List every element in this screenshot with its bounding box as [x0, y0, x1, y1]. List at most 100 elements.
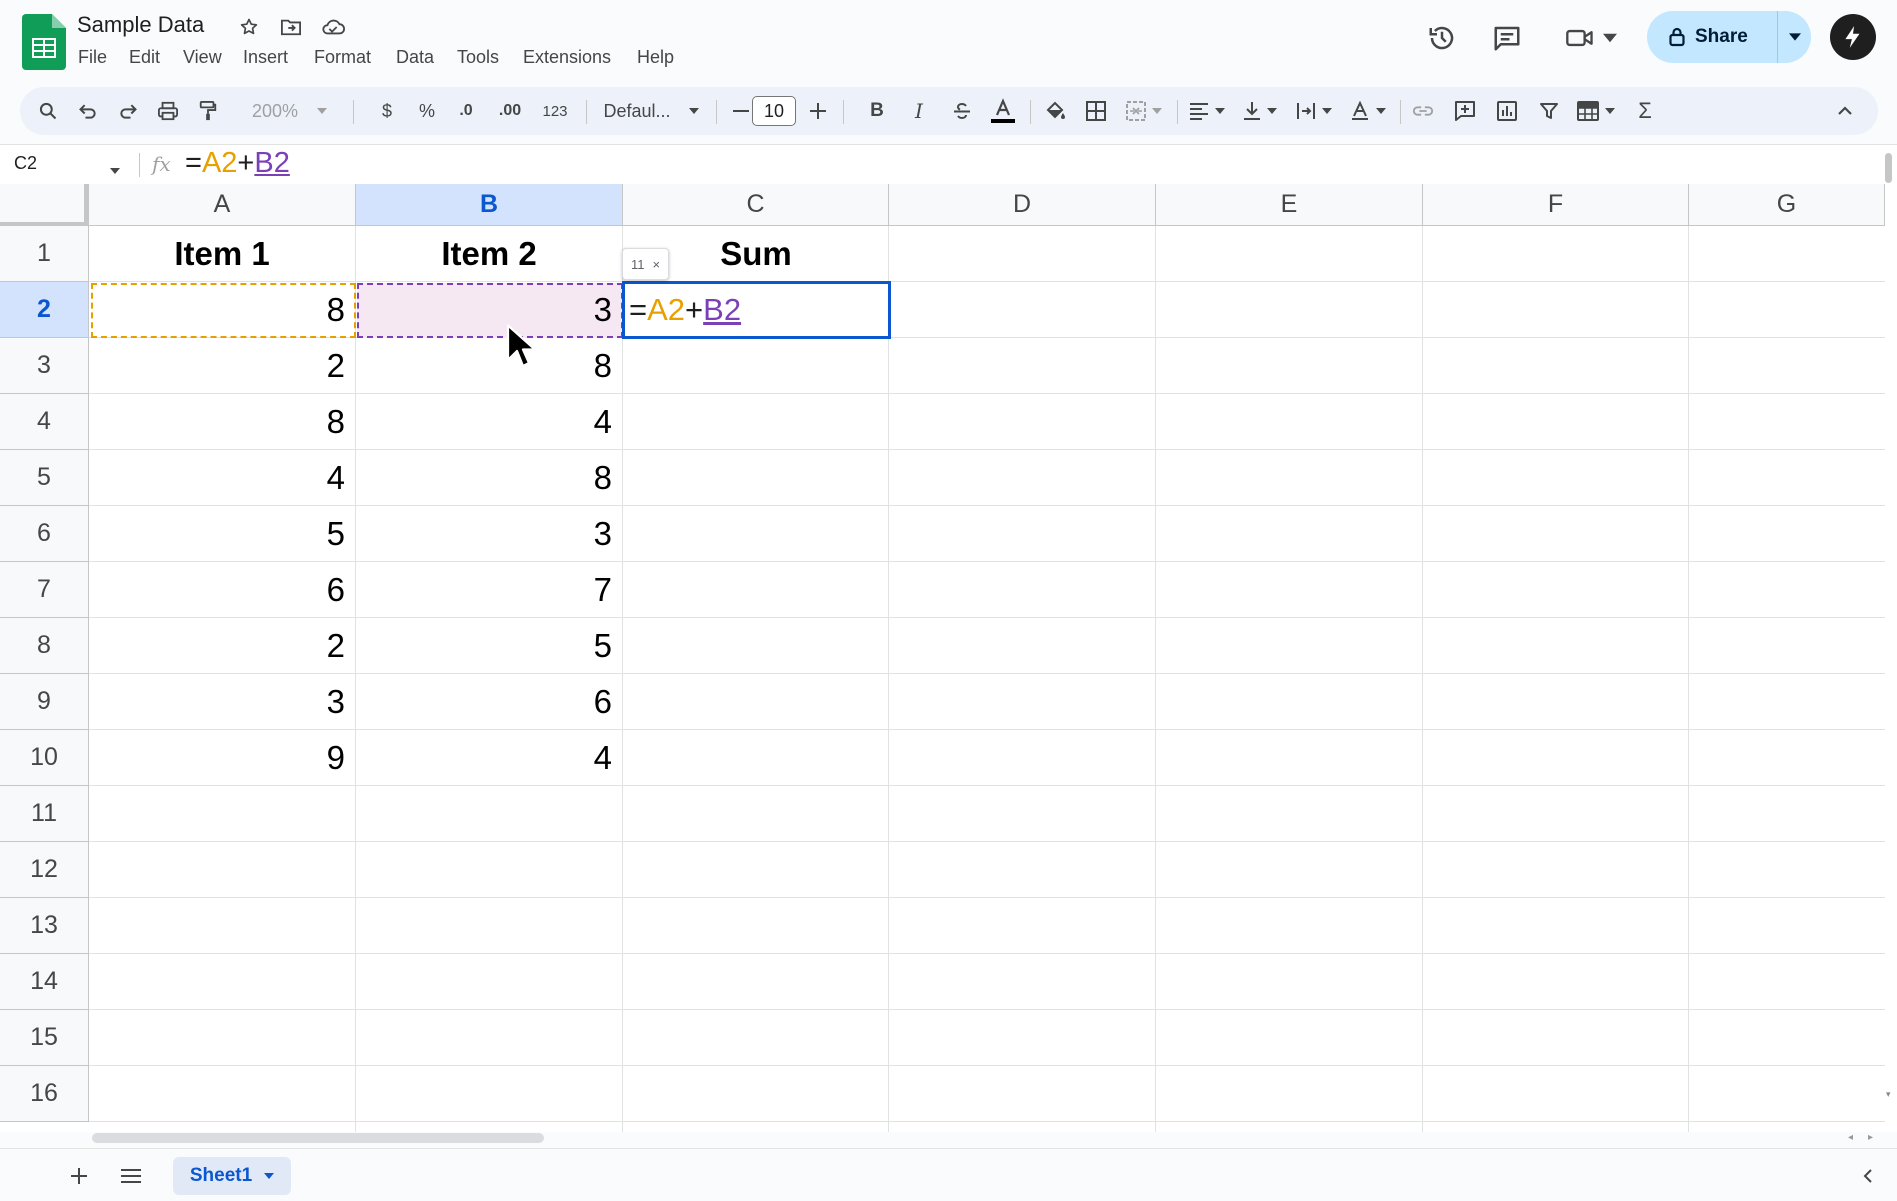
column-header-d[interactable]: D	[889, 184, 1156, 226]
row-header-8[interactable]: 8	[0, 618, 89, 674]
share-main-button[interactable]: Share	[1647, 11, 1777, 63]
row-header-10[interactable]: 10	[0, 730, 89, 786]
cell-a9[interactable]: 3	[89, 674, 355, 730]
text-rotation-icon[interactable]	[1344, 87, 1392, 135]
select-all-corner[interactable]	[0, 184, 89, 226]
text-color-icon[interactable]	[986, 87, 1020, 135]
column-header-c[interactable]: C	[623, 184, 889, 226]
row-header-6[interactable]: 6	[0, 506, 89, 562]
menu-format[interactable]: Format	[314, 47, 371, 68]
menu-data[interactable]: Data	[396, 47, 434, 68]
share-dropdown-button[interactable]	[1778, 11, 1811, 63]
formula-input[interactable]: =A2+B2	[185, 147, 290, 180]
insert-link-icon[interactable]	[1406, 87, 1440, 135]
increase-decimal-button[interactable]: .00	[490, 87, 530, 135]
cell-a7[interactable]: 6	[89, 562, 355, 618]
cell-a10[interactable]: 9	[89, 730, 355, 786]
menu-extensions[interactable]: Extensions	[523, 47, 611, 68]
currency-format-button[interactable]: $	[372, 87, 402, 135]
row-header-9[interactable]: 9	[0, 674, 89, 730]
sheet-tab-sheet1[interactable]: Sheet1	[173, 1157, 291, 1195]
font-size-input[interactable]: 10	[752, 96, 796, 126]
cell-a1[interactable]: Item 1	[89, 226, 355, 282]
name-box[interactable]: C2	[14, 153, 37, 174]
strikethrough-icon[interactable]	[946, 87, 978, 135]
vertical-scrollbar-thumb[interactable]	[1885, 153, 1892, 183]
row-header-1[interactable]: 1	[0, 226, 89, 282]
redo-icon[interactable]	[112, 87, 144, 135]
functions-button[interactable]: Σ	[1630, 87, 1660, 135]
row-header-2[interactable]: 2	[0, 282, 89, 338]
menu-file[interactable]: File	[78, 47, 107, 68]
row-header-15[interactable]: 15	[0, 1010, 89, 1066]
collapse-menus-icon[interactable]	[1830, 87, 1860, 135]
account-avatar[interactable]	[1830, 14, 1876, 60]
cloud-status-icon[interactable]	[320, 14, 346, 40]
version-history-icon[interactable]	[1422, 18, 1462, 58]
active-cell-c2-editor[interactable]: = A2 + B2	[622, 281, 891, 339]
scroll-left-arrow-icon[interactable]: ◂	[1848, 1132, 1853, 1143]
menu-tools[interactable]: Tools	[457, 47, 499, 68]
sheets-logo-icon[interactable]	[22, 14, 66, 70]
column-header-e[interactable]: E	[1156, 184, 1423, 226]
comments-icon[interactable]	[1487, 18, 1527, 58]
preview-close-icon[interactable]: ×	[653, 257, 661, 272]
decrease-decimal-button[interactable]: .0	[448, 87, 484, 135]
zoom-caret-icon[interactable]	[312, 87, 332, 135]
insert-chart-icon[interactable]	[1490, 87, 1524, 135]
menu-edit[interactable]: Edit	[129, 47, 160, 68]
row-header-13[interactable]: 13	[0, 898, 89, 954]
print-icon[interactable]	[152, 87, 184, 135]
increase-font-size-icon[interactable]	[803, 87, 833, 135]
vertical-align-icon[interactable]	[1236, 87, 1284, 135]
bold-button[interactable]: B	[862, 87, 892, 135]
zoom-select[interactable]: 200%	[250, 87, 300, 135]
cell-b3[interactable]: 8	[356, 338, 622, 394]
row-header-11[interactable]: 11	[0, 786, 89, 842]
name-box-caret-icon[interactable]	[110, 161, 120, 179]
table-view-icon[interactable]	[1570, 87, 1622, 135]
cell-b2[interactable]: 3	[356, 282, 622, 338]
cell-a6[interactable]: 5	[89, 506, 355, 562]
fill-color-icon[interactable]	[1038, 87, 1072, 135]
cell-b1[interactable]: Item 2	[356, 226, 622, 282]
menu-help[interactable]: Help	[637, 47, 674, 68]
undo-icon[interactable]	[72, 87, 104, 135]
column-header-a[interactable]: A	[89, 184, 356, 226]
share-button[interactable]: Share	[1647, 11, 1811, 63]
borders-icon[interactable]	[1080, 87, 1112, 135]
cell-b6[interactable]: 3	[356, 506, 622, 562]
cell-a8[interactable]: 2	[89, 618, 355, 674]
move-folder-icon[interactable]	[278, 14, 304, 40]
menu-view[interactable]: View	[183, 47, 222, 68]
add-sheet-icon[interactable]	[66, 1163, 92, 1189]
filter-icon[interactable]	[1532, 87, 1566, 135]
cell-b7[interactable]: 7	[356, 562, 622, 618]
cell-b9[interactable]: 6	[356, 674, 622, 730]
insert-comment-icon[interactable]	[1448, 87, 1482, 135]
document-title[interactable]: Sample Data	[77, 12, 204, 38]
row-header-4[interactable]: 4	[0, 394, 89, 450]
meet-call-icon[interactable]	[1556, 18, 1626, 58]
column-header-f[interactable]: F	[1423, 184, 1689, 226]
column-header-g[interactable]: G	[1689, 184, 1885, 226]
cell-b4[interactable]: 4	[356, 394, 622, 450]
row-header-5[interactable]: 5	[0, 450, 89, 506]
cell-a2[interactable]: 8	[89, 282, 355, 338]
row-header-14[interactable]: 14	[0, 954, 89, 1010]
merge-cells-icon[interactable]	[1120, 87, 1168, 135]
text-wrapping-icon[interactable]	[1290, 87, 1338, 135]
search-menus-icon[interactable]	[32, 87, 64, 135]
scroll-down-arrow-icon[interactable]: ▾	[1886, 1089, 1891, 1100]
cell-b8[interactable]: 5	[356, 618, 622, 674]
cell-b5[interactable]: 8	[356, 450, 622, 506]
horizontal-align-icon[interactable]	[1183, 87, 1231, 135]
horizontal-scrollbar-thumb[interactable]	[92, 1133, 544, 1143]
paint-format-icon[interactable]	[192, 87, 224, 135]
cell-a5[interactable]: 4	[89, 450, 355, 506]
all-sheets-icon[interactable]	[118, 1163, 144, 1189]
scroll-right-arrow-icon[interactable]: ▸	[1868, 1132, 1873, 1143]
explore-collapse-icon[interactable]	[1855, 1163, 1881, 1189]
percent-format-button[interactable]: %	[412, 87, 442, 135]
row-header-12[interactable]: 12	[0, 842, 89, 898]
